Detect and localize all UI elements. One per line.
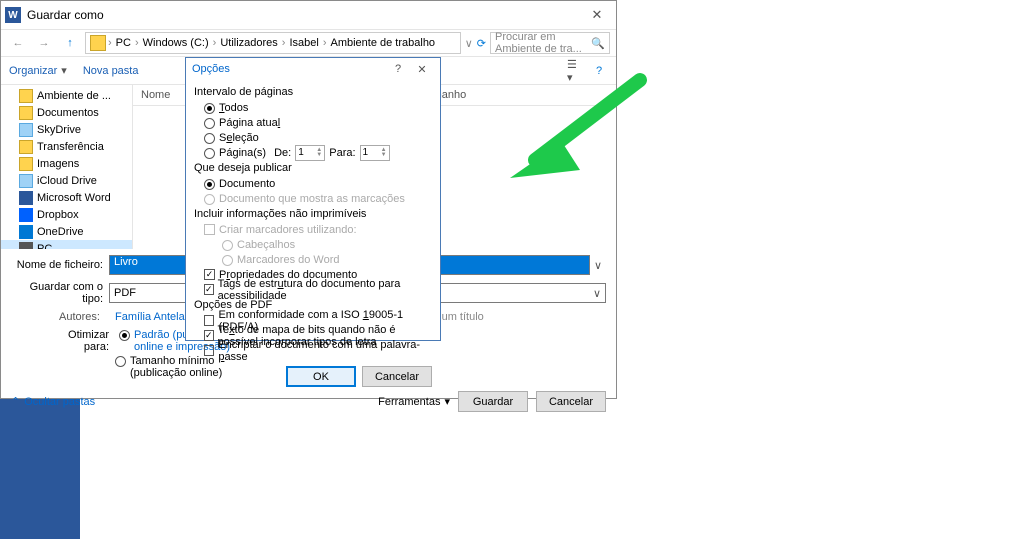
pc-icon xyxy=(19,242,33,250)
new-folder-button[interactable]: Nova pasta xyxy=(83,65,139,77)
bookmarks-headings-radio xyxy=(222,240,233,251)
encrypt-check[interactable] xyxy=(204,345,214,356)
search-icon: 🔍 xyxy=(591,37,605,50)
word-icon xyxy=(19,191,33,205)
tree-item[interactable]: Transferência xyxy=(1,138,132,155)
refresh-icon[interactable]: ⟳ xyxy=(477,37,486,50)
savetype-label: Guardar com o tipo: xyxy=(11,281,109,305)
tags-check[interactable] xyxy=(204,284,214,295)
cloud-icon xyxy=(19,174,33,188)
docprops-check[interactable] xyxy=(204,269,215,280)
range-all-radio[interactable] xyxy=(204,103,215,114)
tree-item[interactable]: iCloud Drive xyxy=(1,172,132,189)
tree-item[interactable]: PC xyxy=(1,240,132,249)
publish-markup-radio xyxy=(204,194,215,205)
nonprint-group: Incluir informações não imprimíveis xyxy=(194,208,432,220)
save-button[interactable]: Guardar xyxy=(458,391,528,412)
bookmarks-word-radio xyxy=(222,255,233,266)
options-title: Opções xyxy=(192,63,230,75)
range-selection-radio[interactable] xyxy=(204,133,215,144)
onedrive-icon xyxy=(19,225,33,239)
organize-menu[interactable]: Organizar ▾ xyxy=(9,64,67,77)
nav-row: ← → ↑ › PC› Windows (C:)› Utilizadores› … xyxy=(1,29,616,57)
options-dialog: Opções ? ✕ Intervalo de páginas Todos Pá… xyxy=(185,57,441,341)
nav-forward-icon[interactable]: → xyxy=(33,32,55,54)
tree-item[interactable]: OneDrive xyxy=(1,223,132,240)
options-titlebar: Opções ? ✕ xyxy=(186,58,440,80)
dropbox-icon xyxy=(19,208,33,222)
optimize-label: Otimizar para: xyxy=(53,329,115,353)
tree-item[interactable]: Dropbox xyxy=(1,206,132,223)
page-range-group: Intervalo de páginas xyxy=(194,86,432,98)
optimize-minimum-radio[interactable] xyxy=(115,356,126,367)
tree-item[interactable]: Documentos xyxy=(1,104,132,121)
publish-document-radio[interactable] xyxy=(204,179,215,190)
folder-icon xyxy=(19,89,33,103)
page-from-spin[interactable]: 1▲▼ xyxy=(295,145,325,161)
tree-item[interactable]: SkyDrive xyxy=(1,121,132,138)
tools-menu[interactable]: Ferramentas▾ xyxy=(378,395,450,408)
iso-check[interactable] xyxy=(204,315,214,326)
filename-label: Nome de ficheiro: xyxy=(11,259,109,271)
search-input[interactable]: Procurar em Ambiente de tra... 🔍 xyxy=(490,32,610,54)
hide-folders-toggle[interactable]: ⌃Ocultar pastas xyxy=(11,395,95,408)
bookmarks-check xyxy=(204,224,215,235)
bitmap-check[interactable] xyxy=(204,330,214,341)
folder-icon xyxy=(19,140,33,154)
folder-icon xyxy=(19,106,33,120)
publish-group: Que deseja publicar xyxy=(194,162,432,174)
nav-back-icon[interactable]: ← xyxy=(7,32,29,54)
range-current-radio[interactable] xyxy=(204,118,215,129)
save-as-title: Guardar como xyxy=(27,8,104,22)
help-icon[interactable]: ? xyxy=(590,62,608,80)
folder-tree[interactable]: Ambiente de ...DocumentosSkyDriveTransfe… xyxy=(1,85,133,249)
optimize-standard-radio[interactable] xyxy=(119,330,130,341)
tree-item[interactable]: Ambiente de ... xyxy=(1,87,132,104)
pc-drive-icon xyxy=(90,35,106,51)
options-help-icon[interactable]: ? xyxy=(386,59,410,79)
word-app-icon: W xyxy=(5,7,21,23)
view-options-icon[interactable]: ☰ ▾ xyxy=(566,62,584,80)
tree-item[interactable]: Microsoft Word xyxy=(1,189,132,206)
nav-up-icon[interactable]: ↑ xyxy=(59,32,81,54)
cloud-icon xyxy=(19,123,33,137)
close-icon[interactable]: ✕ xyxy=(582,4,612,26)
tree-item[interactable]: Imagens xyxy=(1,155,132,172)
folder-icon xyxy=(19,157,33,171)
cancel-button[interactable]: Cancelar xyxy=(536,391,606,412)
options-cancel-button[interactable]: Cancelar xyxy=(362,366,432,387)
range-pages-radio[interactable] xyxy=(204,148,215,159)
page-to-spin[interactable]: 1▲▼ xyxy=(360,145,390,161)
save-as-titlebar: W Guardar como ✕ xyxy=(1,1,616,29)
breadcrumb[interactable]: › PC› Windows (C:)› Utilizadores› Isabel… xyxy=(85,32,461,54)
options-ok-button[interactable]: OK xyxy=(286,366,356,387)
authors-label: Autores: xyxy=(59,311,115,323)
options-close-icon[interactable]: ✕ xyxy=(410,59,434,79)
